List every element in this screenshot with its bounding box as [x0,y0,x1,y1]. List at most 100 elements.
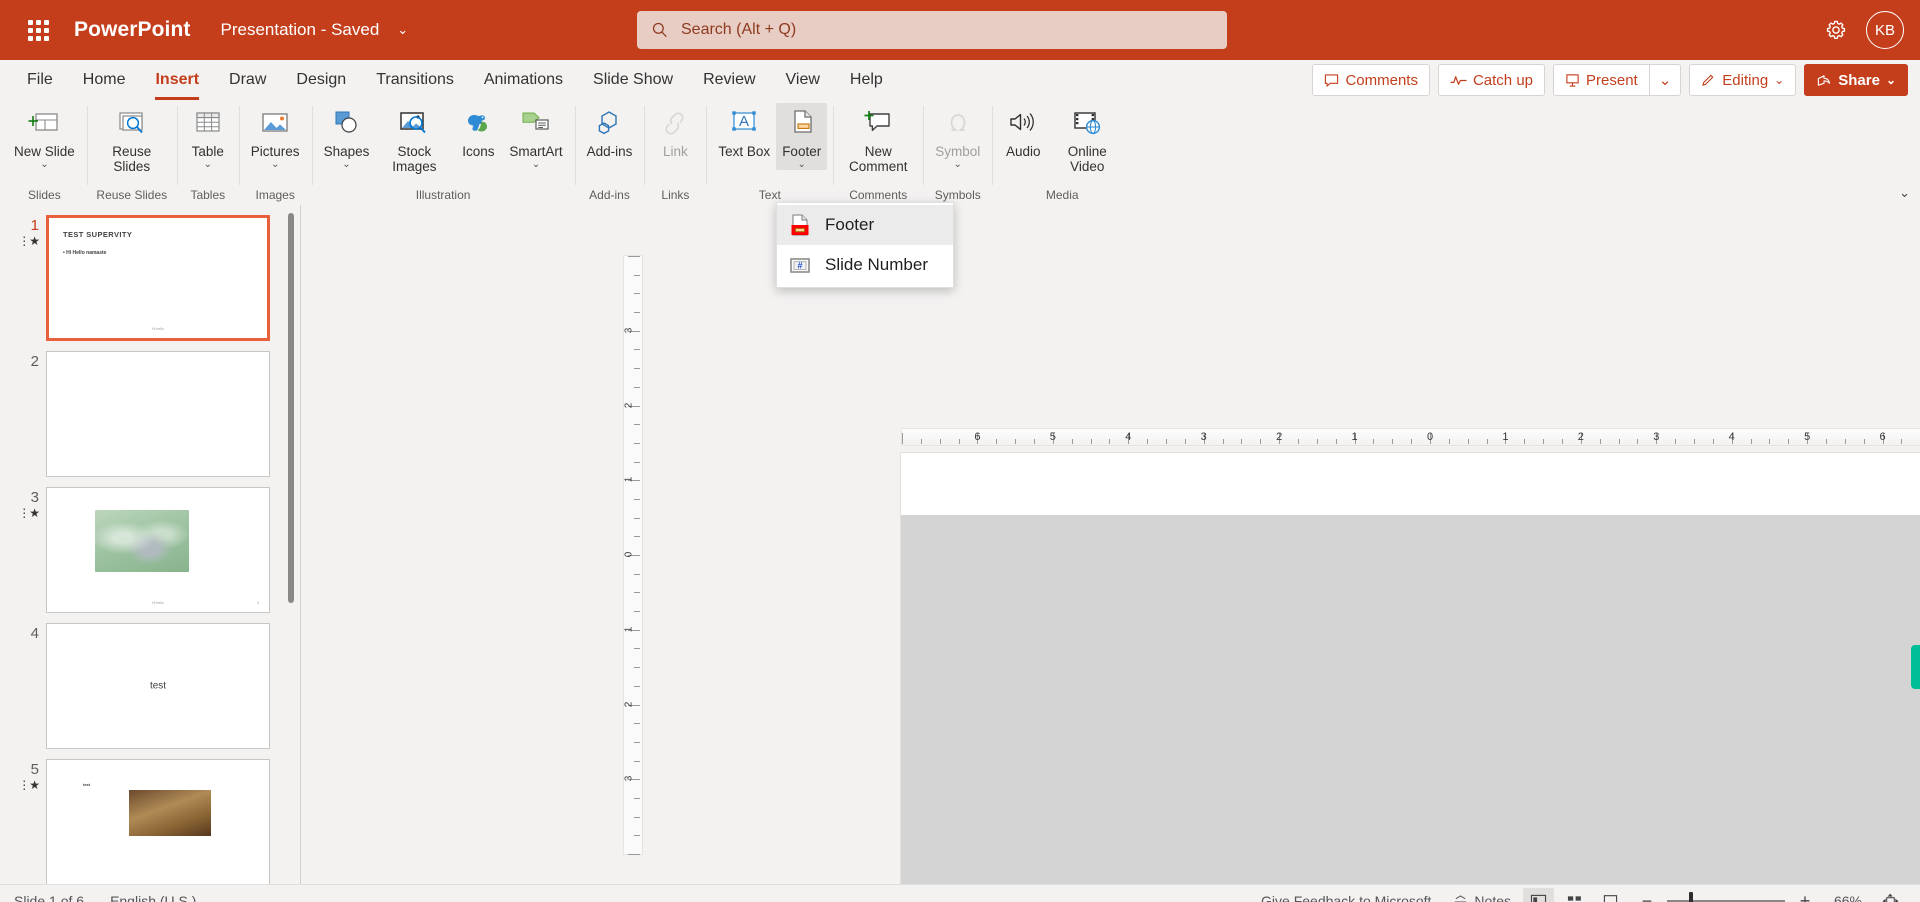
slide-sorter-button[interactable] [1559,888,1590,902]
chevron-down-icon[interactable]: ⌄ [40,159,48,170]
ruler-tick [634,816,640,818]
thumbnail-preview[interactable] [46,351,270,477]
ribbon-button-label: Table [191,144,224,159]
present-options-button[interactable]: ⌄ [1648,64,1682,96]
ribbon-button-smartart[interactable]: SmartArt ⌄ [503,103,568,170]
menu-item-footer[interactable]: Footer [777,205,953,245]
horizontal-ruler[interactable]: 6 5 4 3 2 1 0 1 2 3 4 5 6 [901,428,1920,446]
zoom-in-button[interactable]: + [1795,891,1815,902]
slide-thumbnail-2[interactable]: 2 [0,341,300,477]
slide-thumbnail-5[interactable]: 5 ⋮★ test [0,749,300,884]
vertical-ruler[interactable]: 3 2 1 0 1 2 3 [623,255,643,855]
slide-thumbnail-1[interactable]: 1 ⋮★ TEST SUPERVITY • Hi Hello namaste Hi he… [0,205,300,341]
ruler-tick [1090,439,1092,444]
slide-content-area[interactable] [901,515,1920,884]
ribbon-button-pictures[interactable]: Pictures ⌄ [245,103,306,170]
ribbon-group-add-ins: Add-ins Add-ins [574,100,645,205]
menu-item-slide-number[interactable]: # Slide Number [777,245,953,285]
share-button[interactable]: Share ⌄ [1804,64,1908,96]
ribbon-button-add-ins[interactable]: Add-ins [581,103,639,159]
normal-view-button[interactable] [1523,888,1554,902]
ribbon-button-online-video[interactable]: Online Video [1048,103,1126,174]
collapse-ribbon-button[interactable]: ⌄ [1899,185,1910,201]
ribbon-button-shapes[interactable]: Shapes ⌄ [318,103,376,170]
table-icon [193,107,223,141]
user-avatar[interactable]: KB [1866,11,1904,49]
chevron-down-icon[interactable]: ⌄ [204,159,212,170]
language-indicator[interactable]: English (U.S.) [110,893,196,902]
ruler-tick [634,573,640,575]
ruler-tick [1298,439,1299,444]
ribbon-button-stock-images[interactable]: Stock Images [375,103,453,174]
search-box[interactable]: Search (Alt + Q) [637,11,1227,49]
animation-star-icon[interactable]: ⋮★ [12,234,40,248]
ribbon-group-comments: New Comment Comments [833,100,923,205]
thumbnail-label: test [83,782,91,787]
zoom-out-button[interactable]: − [1637,891,1657,902]
ruler-tick [1467,439,1469,444]
fit-slide-button[interactable] [1875,888,1906,902]
ribbon-button-table[interactable]: Table ⌄ [183,103,233,170]
thumbnail-preview[interactable]: test [46,759,270,884]
animation-star-icon[interactable]: ⋮★ [12,506,40,520]
feedback-link[interactable]: Give Feedback to Microsoft [1261,893,1431,902]
ribbon-button-reuse-slides[interactable]: Reuse Slides [93,103,171,174]
tab-help[interactable]: Help [835,60,898,100]
tab-animations[interactable]: Animations [469,60,578,100]
catch-up-button[interactable]: Catch up [1437,64,1546,96]
ruler-tick [634,498,640,500]
ribbon-button-footer[interactable]: Footer ⌄ [776,103,828,170]
tab-file[interactable]: File [12,60,68,100]
thumbnail-preview[interactable]: TEST SUPERVITY • Hi Hello namaste Hi hello [46,215,270,341]
document-title[interactable]: Presentation - Saved [221,20,380,40]
document-menu-chevron-down-icon[interactable]: ⌄ [397,22,408,38]
link-icon [659,107,691,141]
tab-view[interactable]: View [771,60,835,100]
ruler-number: 0 [1426,431,1434,443]
comments-button[interactable]: Comments [1312,64,1430,96]
chevron-down-icon[interactable]: ⌄ [342,159,350,170]
slide-thumbnail-4[interactable]: 4 test [0,613,300,749]
tab-slide-show[interactable]: Slide Show [578,60,688,100]
ribbon-button-new-comment[interactable]: New Comment [839,103,917,174]
zoom-thumb[interactable] [1689,892,1693,902]
ribbon-button-new-slide[interactable]: New Slide ⌄ [8,103,81,170]
tab-review[interactable]: Review [688,60,770,100]
animation-star-icon[interactable]: ⋮★ [12,778,40,792]
zoom-slider[interactable]: − + [1637,891,1815,902]
chevron-down-icon[interactable]: ⌄ [798,159,806,170]
slide-counter[interactable]: Slide 1 of 6 [14,893,84,902]
thumbnail-scrollbar[interactable] [288,213,294,603]
settings-button[interactable] [1816,10,1856,50]
tab-design[interactable]: Design [281,60,361,100]
tab-draw[interactable]: Draw [214,60,281,100]
ribbon-button-icons[interactable]: Icons [453,103,503,159]
slide-canvas[interactable]: Hi hello [901,453,1920,884]
search-input[interactable]: Search (Alt + Q) [681,21,796,39]
thumbnail-preview[interactable]: test [46,623,270,749]
thumbnail-meta: 5 ⋮★ [12,759,46,792]
ruler-tick [634,293,640,295]
notes-button[interactable]: Notes [1446,888,1518,902]
ribbon-button-text-box[interactable]: A Text Box [712,103,776,159]
slide-thumbnail-3[interactable]: 3 ⋮★ Hi hello 3 [0,477,300,613]
chevron-down-icon[interactable]: ⌄ [532,159,540,170]
ruler-tick [634,386,640,388]
reading-view-icon [1603,894,1618,902]
tab-home[interactable]: Home [68,60,141,100]
chevron-down-icon[interactable]: ⌄ [271,159,279,170]
side-indicator-tab[interactable] [1911,645,1920,689]
reading-view-button[interactable] [1595,888,1626,902]
app-launcher-button[interactable] [16,8,60,52]
ribbon-button-audio[interactable]: Audio [998,103,1048,159]
ruler-tick [1015,439,1017,444]
ribbon-group-label: Slides [28,188,61,202]
catch-up-icon [1450,75,1467,85]
tab-insert[interactable]: Insert [140,60,214,100]
tab-transitions[interactable]: Transitions [361,60,469,100]
zoom-level[interactable]: 66% [1826,893,1870,902]
thumbnail-preview[interactable]: Hi hello 3 [46,487,270,613]
editing-label: Editing [1722,71,1769,89]
editing-mode-button[interactable]: Editing ⌄ [1689,64,1797,96]
present-button[interactable]: Present [1553,64,1649,96]
